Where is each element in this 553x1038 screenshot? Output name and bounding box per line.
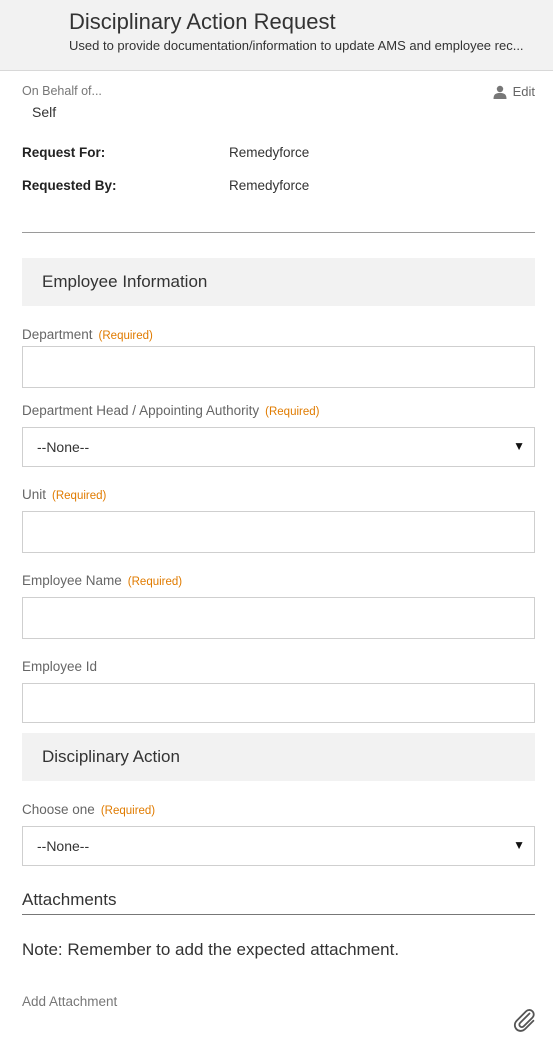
employee-id-label: Employee Id [22, 659, 97, 674]
department-label-text: Department [22, 327, 93, 342]
required-marker: (Required) [98, 330, 153, 342]
section-disciplinary-action: Disciplinary Action [22, 733, 535, 781]
employee-id-input[interactable] [22, 683, 535, 723]
choose-one-label-text: Choose one [22, 802, 95, 817]
section-title: Disciplinary Action [42, 747, 180, 766]
on-behalf-label: On Behalf of... [22, 84, 102, 98]
department-label: Department (Required) [22, 327, 153, 342]
attachment-note: Note: Remember to add the expected attac… [22, 940, 400, 959]
required-marker: (Required) [127, 576, 183, 588]
required-marker: (Required) [100, 805, 156, 817]
requested-by-label: Requested By: [22, 178, 117, 193]
on-behalf-value: Self [32, 104, 57, 120]
dropdown-arrow-icon: ▼ [513, 439, 525, 453]
edit-label: Edit [512, 84, 535, 99]
add-attachment-label: Add Attachment [22, 994, 118, 1009]
department-head-selected-value: --None-- [37, 439, 90, 455]
dropdown-arrow-icon: ▼ [513, 838, 525, 852]
department-input[interactable] [22, 346, 535, 388]
attachments-title: Attachments [22, 890, 117, 909]
department-head-label: Department Head / Appointing Authority (R… [22, 403, 319, 418]
employee-name-input[interactable] [22, 597, 535, 639]
request-for-label: Request For: [22, 145, 106, 160]
choose-one-label: Choose one (Required) [22, 802, 155, 817]
paperclip-icon[interactable] [511, 1006, 537, 1032]
unit-label: Unit (Required) [22, 487, 106, 502]
user-icon [493, 85, 507, 99]
unit-input[interactable] [22, 511, 535, 553]
unit-label-text: Unit [22, 487, 47, 502]
edit-on-behalf-button[interactable]: Edit [493, 84, 535, 99]
required-marker: (Required) [52, 490, 107, 502]
required-marker: (Required) [265, 406, 320, 418]
employee-name-label-text: Employee Name [22, 573, 122, 588]
employee-name-label: Employee Name (Required) [22, 573, 182, 588]
department-head-select[interactable]: --None-- ▼ [22, 427, 535, 467]
employee-id-label-text: Employee Id [22, 659, 98, 674]
section-employee-information: Employee Information [22, 258, 535, 306]
section-title: Employee Information [42, 272, 208, 291]
page-title: Disciplinary Action Request [69, 9, 336, 34]
page-header: Disciplinary Action Request Used to prov… [0, 0, 553, 71]
attachments-divider [22, 914, 535, 915]
department-head-label-text: Department Head / Appointing Authority [22, 403, 260, 418]
request-for-value: Remedyforce [229, 145, 310, 160]
divider [22, 232, 535, 233]
choose-one-selected-value: --None-- [37, 838, 90, 854]
page-subtitle: Used to provide documentation/informatio… [69, 38, 524, 53]
choose-one-select[interactable]: --None-- ▼ [22, 826, 535, 866]
requested-by-value: Remedyforce [229, 178, 310, 193]
